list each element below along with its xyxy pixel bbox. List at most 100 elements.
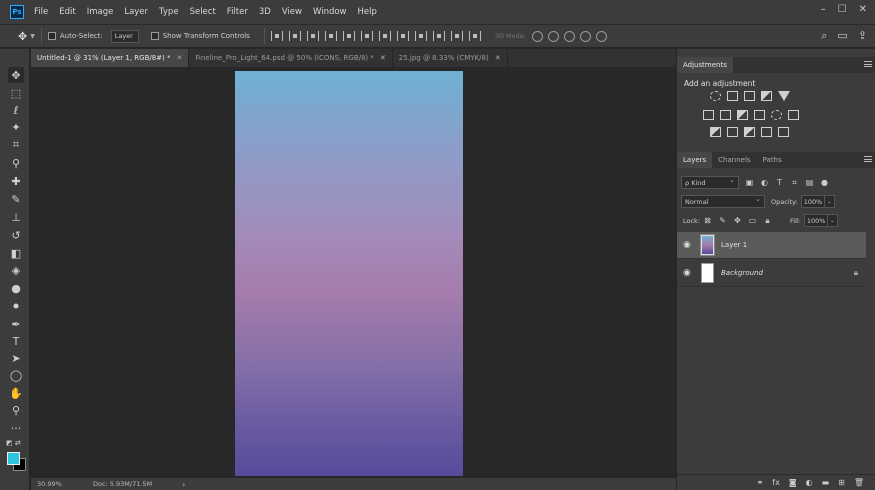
- align-right-icon[interactable]: [360, 31, 373, 41]
- layer-row[interactable]: ◉ Layer 1: [677, 232, 866, 259]
- hand-tool-icon[interactable]: ✋: [8, 385, 24, 401]
- layer-name[interactable]: Background: [721, 269, 763, 277]
- clone-stamp-tool-icon[interactable]: ⊥: [8, 209, 24, 225]
- distribute-bottom-icon[interactable]: [414, 31, 427, 41]
- show-transform-checkbox[interactable]: Show Transform Controls: [150, 32, 250, 40]
- black-white-icon[interactable]: [737, 110, 748, 120]
- type-tool-icon[interactable]: T: [8, 333, 24, 349]
- move-tool-icon[interactable]: ✥: [8, 67, 24, 83]
- scale-3d-icon[interactable]: [595, 30, 607, 42]
- distribute-middle-icon[interactable]: [396, 31, 409, 41]
- lock-position-icon[interactable]: ✥: [733, 216, 742, 225]
- dodge-tool-icon[interactable]: ⚫: [8, 298, 24, 314]
- menu-3d[interactable]: 3D: [259, 7, 271, 17]
- orbit-3d-icon[interactable]: [531, 30, 543, 42]
- healing-brush-tool-icon[interactable]: ✚: [8, 173, 24, 189]
- new-group-icon[interactable]: ▬: [822, 478, 830, 487]
- more-tools-icon[interactable]: ···: [8, 420, 24, 436]
- menu-edit[interactable]: Edit: [59, 7, 75, 17]
- menu-layer[interactable]: Layer: [124, 7, 148, 17]
- default-colors-icon[interactable]: ◩ ⇄: [6, 439, 21, 447]
- roll-3d-icon[interactable]: [547, 30, 559, 42]
- close-icon[interactable]: ✕: [177, 54, 183, 62]
- shape-filter-icon[interactable]: ⌗: [790, 178, 799, 187]
- layer-name[interactable]: Layer 1: [721, 241, 747, 249]
- eyedropper-tool-icon[interactable]: ⚲: [8, 155, 24, 171]
- tab-paths[interactable]: Paths: [757, 152, 788, 168]
- layer-style-icon[interactable]: fx: [772, 478, 780, 487]
- close-icon[interactable]: ✕: [859, 4, 867, 15]
- menu-select[interactable]: Select: [190, 7, 216, 17]
- vibrance-icon[interactable]: [778, 91, 790, 101]
- opacity-input[interactable]: 100%: [800, 195, 825, 208]
- photo-filter-icon[interactable]: [754, 110, 765, 120]
- menu-help[interactable]: Help: [358, 7, 377, 17]
- filter-toggle-icon[interactable]: ●: [820, 178, 829, 187]
- distribute-top-icon[interactable]: [378, 31, 391, 41]
- menu-file[interactable]: File: [34, 7, 48, 17]
- lock-pixels-icon[interactable]: ✎: [718, 216, 727, 225]
- menu-window[interactable]: Window: [313, 7, 347, 17]
- threshold-icon[interactable]: [744, 127, 755, 137]
- new-adjustment-layer-icon[interactable]: ◐: [806, 478, 813, 487]
- delete-layer-icon[interactable]: 🗑︎: [854, 478, 864, 487]
- lock-transparent-icon[interactable]: ⊠: [703, 216, 712, 225]
- color-balance-icon[interactable]: [720, 110, 731, 120]
- doc-tab-untitled-1[interactable]: Untitled-1 @ 31% (Layer 1, RGB/8#) * ✕: [31, 49, 190, 67]
- maximize-icon[interactable]: ☐: [838, 4, 847, 15]
- lock-artboard-icon[interactable]: ▭: [748, 216, 757, 225]
- close-icon[interactable]: ✕: [380, 54, 386, 62]
- share-icon[interactable]: ⇪: [858, 29, 867, 43]
- blur-tool-icon[interactable]: ●: [8, 280, 24, 296]
- canvas-workspace[interactable]: [31, 67, 676, 478]
- auto-select-checkbox[interactable]: Auto-Select:: [47, 32, 103, 40]
- doc-tab-fineline[interactable]: Fineline_Pro_Light_64.psd @ 50% (ICONS, …: [189, 49, 393, 67]
- crop-tool-icon[interactable]: ⌗: [8, 137, 24, 153]
- checkbox-icon[interactable]: [47, 32, 56, 40]
- layer-kind-filter[interactable]: ρ Kind: [681, 176, 739, 189]
- lasso-tool-icon[interactable]: ℓ: [8, 102, 24, 118]
- search-icon[interactable]: ⌕: [821, 29, 827, 43]
- exposure-icon[interactable]: [761, 91, 772, 101]
- chevron-down-icon[interactable]: ⌄: [824, 195, 835, 208]
- marquee-tool-icon[interactable]: ⬚: [8, 85, 24, 101]
- workspace-icon[interactable]: ▭: [837, 29, 847, 43]
- align-left-icon[interactable]: [324, 31, 337, 41]
- fill-input[interactable]: 100%: [803, 214, 828, 227]
- levels-icon[interactable]: [727, 91, 738, 101]
- eraser-tool-icon[interactable]: ◧: [8, 245, 24, 261]
- path-selection-tool-icon[interactable]: ➤: [8, 350, 24, 366]
- align-top-icon[interactable]: [270, 31, 283, 41]
- menu-image[interactable]: Image: [87, 7, 114, 17]
- move-tool-icon[interactable]: ✥: [18, 30, 27, 43]
- tab-adjustments[interactable]: Adjustments: [677, 57, 733, 73]
- panel-menu-icon[interactable]: [864, 156, 872, 162]
- menu-view[interactable]: View: [282, 7, 302, 17]
- brush-tool-icon[interactable]: ✎: [8, 191, 24, 207]
- chevron-down-icon[interactable]: ⌄: [827, 214, 838, 227]
- eye-icon[interactable]: ◉: [683, 240, 695, 250]
- brightness-contrast-icon[interactable]: [710, 91, 721, 101]
- doc-tab-25-jpg[interactable]: 25.jpg @ 8.33% (CMYK/8) ✕: [393, 49, 508, 67]
- paint-bucket-tool-icon[interactable]: ◈: [8, 262, 24, 278]
- hue-saturation-icon[interactable]: [703, 110, 714, 120]
- minimize-icon[interactable]: –: [821, 4, 826, 15]
- checkbox-icon[interactable]: [150, 32, 159, 40]
- zoom-level[interactable]: 30.99%: [37, 480, 85, 488]
- slide-3d-icon[interactable]: [579, 30, 591, 42]
- magic-wand-tool-icon[interactable]: ✦: [8, 119, 24, 135]
- menu-type[interactable]: Type: [159, 7, 179, 17]
- eye-icon[interactable]: ◉: [683, 268, 695, 278]
- blend-mode-dropdown[interactable]: Normal: [681, 195, 765, 208]
- type-filter-icon[interactable]: T: [775, 178, 784, 187]
- pixel-filter-icon[interactable]: ▣: [745, 178, 754, 187]
- history-brush-tool-icon[interactable]: ↺: [8, 227, 24, 243]
- adjustment-filter-icon[interactable]: ◐: [760, 178, 769, 187]
- zoom-tool-icon[interactable]: ⚲: [8, 402, 24, 418]
- add-mask-icon[interactable]: ◙: [789, 478, 797, 487]
- distribute-left-icon[interactable]: [432, 31, 445, 41]
- gradient-map-icon[interactable]: [778, 127, 789, 137]
- tool-preset-chevron-icon[interactable]: ▼: [30, 33, 35, 40]
- ellipse-tool-icon[interactable]: ◯: [8, 367, 24, 383]
- distribute-center-icon[interactable]: [450, 31, 463, 41]
